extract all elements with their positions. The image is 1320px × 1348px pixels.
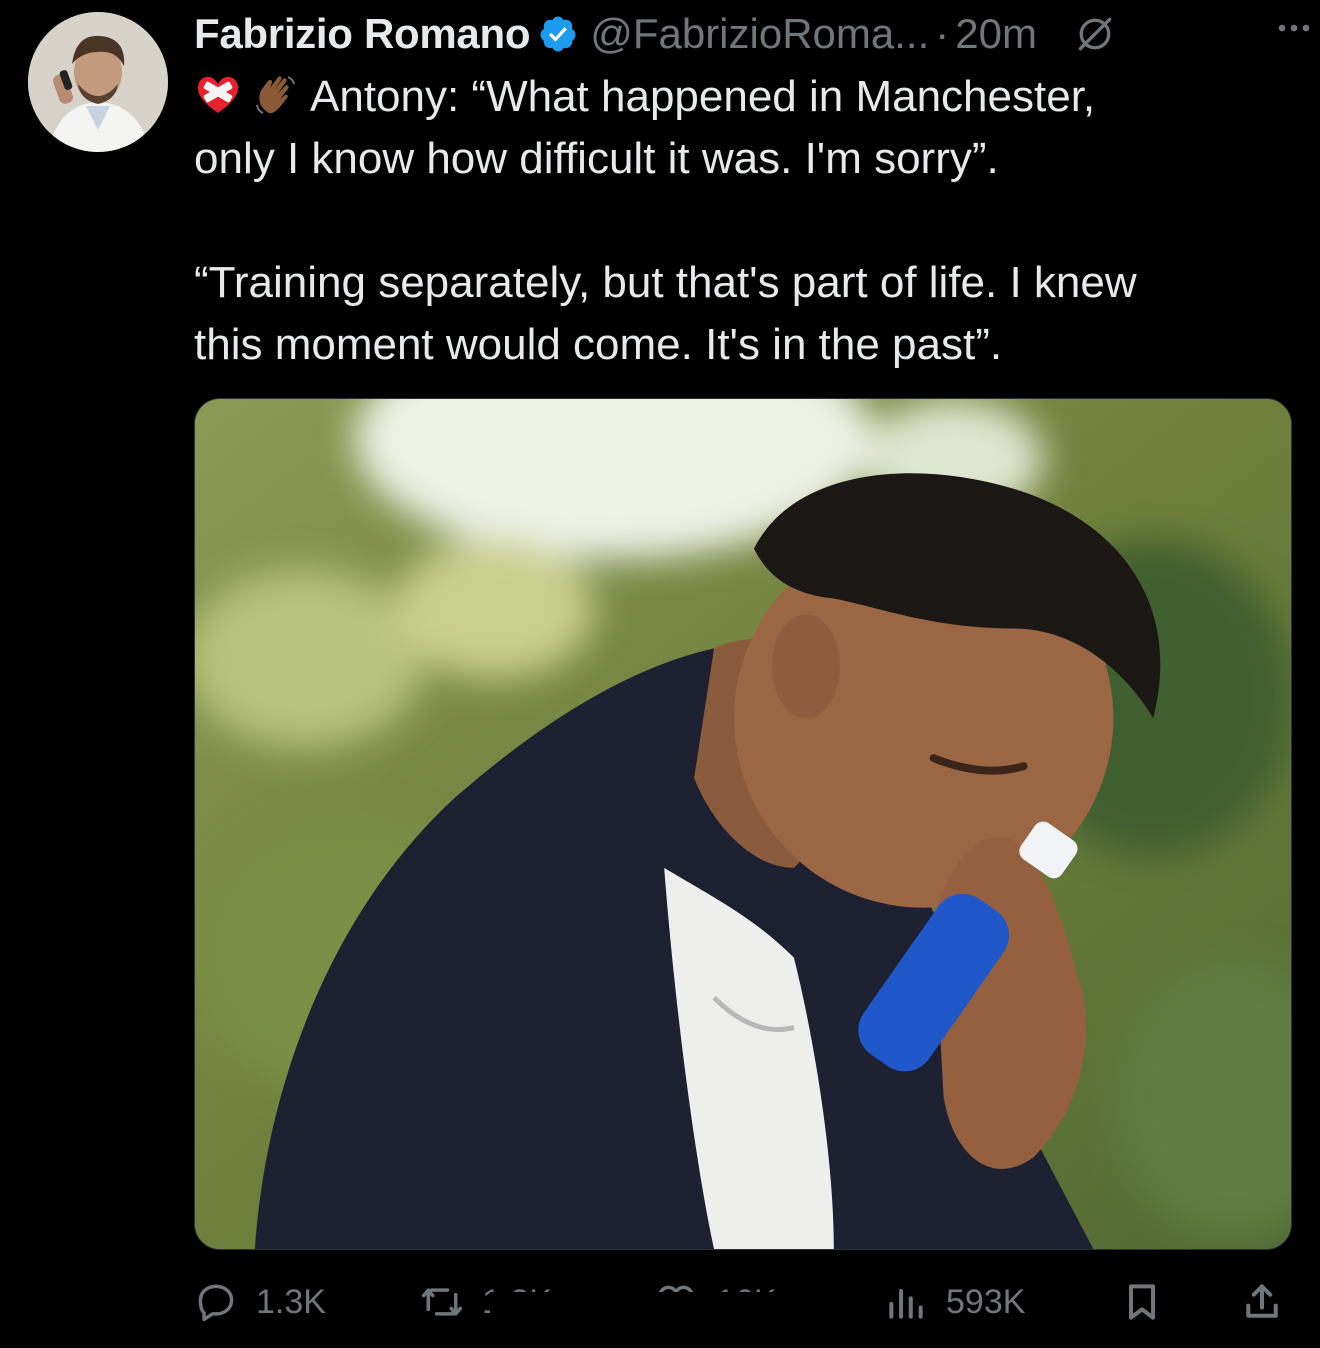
mending-heart-emoji <box>197 76 239 113</box>
separator-dot: · <box>935 10 950 57</box>
photo-image <box>195 399 1291 1249</box>
author-handle[interactable]: @FabrizioRoma... <box>590 6 929 62</box>
verified-badge-icon <box>540 16 576 52</box>
author-name[interactable]: Fabrizio Romano <box>194 6 530 62</box>
paragraph-1-line-1: Antony: “What happened in Manchester, <box>310 72 1096 121</box>
avatar-image <box>28 12 168 152</box>
views-button[interactable]: 593K <box>884 1270 1025 1334</box>
tweet-paragraph-1: Antony: “What happened in Manchester, on… <box>194 66 1294 190</box>
author-avatar[interactable] <box>28 12 168 152</box>
share-icon <box>1246 1284 1278 1318</box>
views-count: 593K <box>946 1282 1026 1321</box>
tweet-text: Antony: “What happened in Manchester, on… <box>194 66 1294 376</box>
bookmark-button[interactable] <box>1120 1270 1164 1334</box>
tweet-header: Fabrizio Romano @FabrizioRoma... · 20m <box>194 6 1300 62</box>
grok-icon[interactable] <box>1073 12 1117 56</box>
repost-icon <box>421 1288 463 1316</box>
bookmark-icon <box>1128 1284 1156 1320</box>
tweet-actions: 1.3K 1.2K 16K 593K <box>194 1270 1292 1334</box>
tweet-photo[interactable] <box>194 398 1292 1250</box>
redaction-smudge <box>490 1292 814 1334</box>
views-chart-icon <box>889 1288 923 1319</box>
waving-hand-emoji <box>256 76 295 114</box>
tweet-paragraph-2: “Training separately, but that's part of… <box>194 252 1294 376</box>
paragraph-2-line-2: this moment would come. It's in the past… <box>194 320 1003 369</box>
tweet: Fabrizio Romano @FabrizioRoma... · 20m A… <box>0 0 1320 1348</box>
paragraph-2-line-1: “Training separately, but that's part of… <box>194 258 1137 307</box>
more-options-icon[interactable] <box>1274 10 1314 46</box>
paragraph-1-line-2: only I know how difficult it was. I'm so… <box>194 134 999 183</box>
reply-icon <box>198 1284 234 1322</box>
reply-count: 1.3K <box>256 1282 326 1321</box>
share-button[interactable] <box>1240 1270 1284 1334</box>
reply-button[interactable]: 1.3K <box>194 1270 326 1334</box>
tweet-timestamp[interactable]: 20m <box>955 6 1037 62</box>
